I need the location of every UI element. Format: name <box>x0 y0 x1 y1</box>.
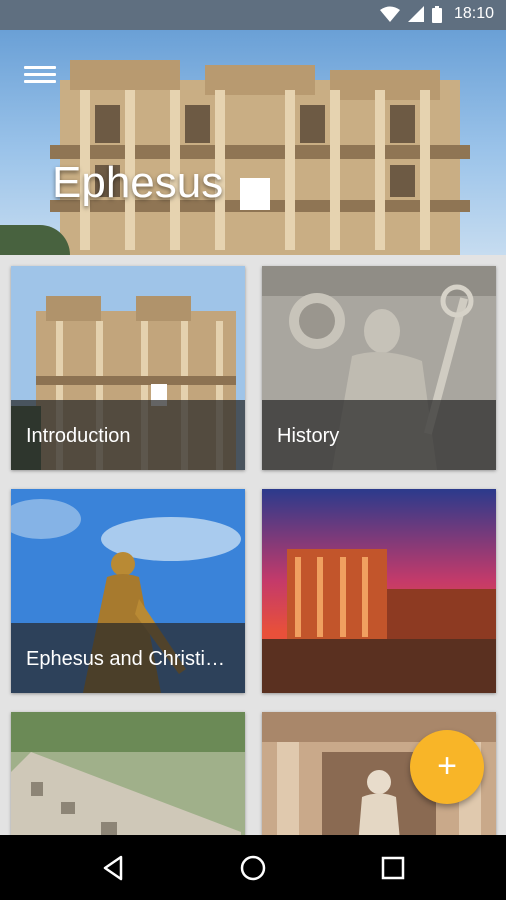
status-bar: 18:10 <box>0 0 506 30</box>
back-icon[interactable] <box>98 853 128 883</box>
tile-ephesus-and-christianity[interactable]: Ephesus and Christianity <box>11 489 245 693</box>
tile-library-night-image <box>262 489 496 693</box>
page-title: Ephesus <box>52 158 224 207</box>
tile-history[interactable]: History <box>262 266 496 470</box>
tile-ruins[interactable] <box>11 712 245 835</box>
status-icons: 18:10 <box>379 5 494 23</box>
hamburger-menu-icon[interactable] <box>24 62 56 88</box>
home-icon[interactable] <box>238 853 268 883</box>
cellular-signal-icon <box>407 6 424 22</box>
recents-icon[interactable] <box>378 853 408 883</box>
tile-library-night[interactable] <box>262 489 496 693</box>
tile-ruins-image <box>11 712 245 835</box>
system-navigation-bar <box>0 835 506 900</box>
add-icon: + <box>437 747 457 785</box>
tile-introduction-label: Introduction <box>26 425 131 447</box>
wifi-icon <box>379 6 400 22</box>
add-button[interactable]: + <box>410 730 484 804</box>
hero-header: Ephesus <box>0 30 506 255</box>
tile-history-label: History <box>277 425 340 447</box>
tile-ephesus-and-christianity-label: Ephesus and Christianity <box>26 648 235 670</box>
battery-icon <box>431 5 442 23</box>
status-time: 18:10 <box>453 5 494 22</box>
tile-introduction[interactable]: Introduction <box>11 266 245 470</box>
hero-library-facade-image <box>50 60 470 255</box>
